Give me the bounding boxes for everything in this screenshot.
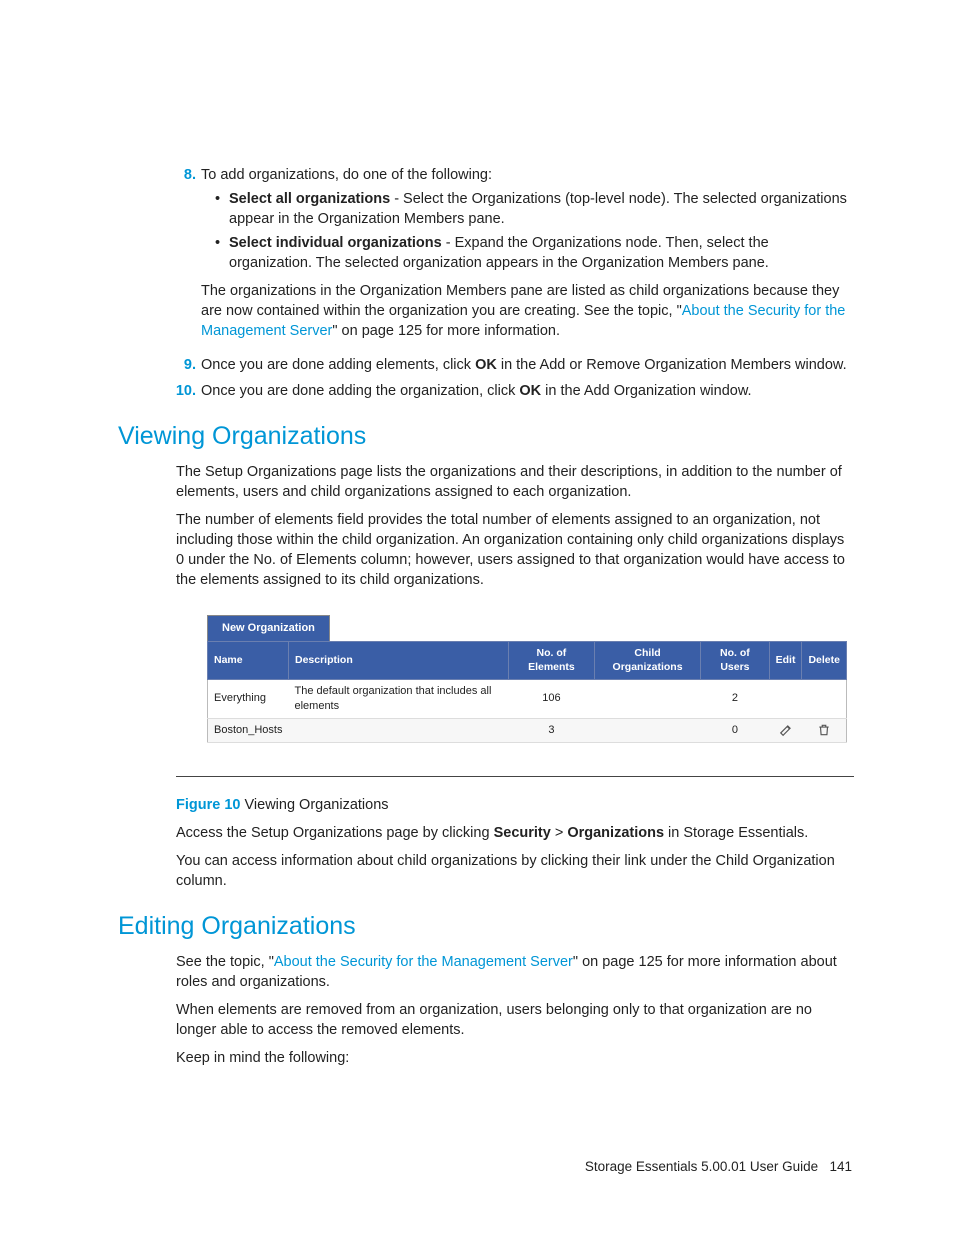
bullet-dot: • bbox=[215, 233, 229, 273]
new-organization-button[interactable]: New Organization bbox=[207, 615, 330, 641]
list-body: Once you are done adding the organizatio… bbox=[201, 381, 854, 401]
cell-users: 2 bbox=[701, 679, 769, 718]
th-elements: No. of Elements bbox=[508, 641, 594, 679]
list-number: 8. bbox=[118, 165, 201, 349]
paragraph: The Setup Organizations page lists the o… bbox=[176, 462, 854, 502]
paragraph: Keep in mind the following: bbox=[176, 1048, 854, 1068]
paragraph: The number of elements field provides th… bbox=[176, 510, 854, 590]
cell-desc: The default organization that includes a… bbox=[288, 679, 508, 718]
paragraph: When elements are removed from an organi… bbox=[176, 1000, 854, 1040]
bullet-text: Select all organizations - Select the Or… bbox=[229, 189, 854, 229]
cell-users: 0 bbox=[701, 718, 769, 742]
link-about-security[interactable]: About the Security for the Management Se… bbox=[274, 954, 573, 970]
cell-childs bbox=[594, 718, 700, 742]
paragraph: Access the Setup Organizations page by c… bbox=[176, 823, 854, 843]
table-row: Everything The default organization that… bbox=[208, 679, 847, 718]
cell-edit bbox=[769, 679, 802, 718]
list-body: Once you are done adding elements, click… bbox=[201, 355, 854, 375]
heading-editing-organizations: Editing Organizations bbox=[118, 909, 854, 944]
page-footer: Storage Essentials 5.00.01 User Guide 14… bbox=[118, 1158, 854, 1177]
th-edit: Edit bbox=[769, 641, 802, 679]
th-delete: Delete bbox=[802, 641, 847, 679]
cell-edit[interactable] bbox=[769, 718, 802, 742]
list-number: 10. bbox=[118, 381, 201, 401]
bullet-dot: • bbox=[215, 189, 229, 229]
cell-delete bbox=[802, 679, 847, 718]
list-item-10: 10. Once you are done adding the organiz… bbox=[118, 381, 854, 401]
list-item-8: 8. To add organizations, do one of the f… bbox=[118, 165, 854, 349]
th-users: No. of Users bbox=[701, 641, 769, 679]
edit-icon[interactable] bbox=[779, 724, 793, 736]
th-description: Description bbox=[288, 641, 508, 679]
page-content: 8. To add organizations, do one of the f… bbox=[0, 0, 954, 1236]
th-name: Name bbox=[208, 641, 289, 679]
organizations-screenshot: New Organization Name Description No. of… bbox=[206, 614, 848, 745]
list-trail-text: The organizations in the Organization Me… bbox=[201, 281, 854, 341]
bullet-item: • Select all organizations - Select the … bbox=[215, 189, 854, 229]
cell-name[interactable]: Boston_Hosts bbox=[208, 718, 289, 742]
cell-elems: 3 bbox=[508, 718, 594, 742]
bullet-text: Select individual organizations - Expand… bbox=[229, 233, 854, 273]
cell-desc bbox=[288, 718, 508, 742]
figure-caption: Figure 10 Viewing Organizations bbox=[176, 795, 854, 815]
list-item-9: 9. Once you are done adding elements, cl… bbox=[118, 355, 854, 375]
cell-elems: 106 bbox=[508, 679, 594, 718]
organizations-table: Name Description No. of Elements Child O… bbox=[207, 641, 847, 743]
bullet-item: • Select individual organizations - Expa… bbox=[215, 233, 854, 273]
list-intro: To add organizations, do one of the foll… bbox=[201, 165, 854, 185]
cell-delete[interactable] bbox=[802, 718, 847, 742]
figure-rule bbox=[176, 776, 854, 777]
table-row: Boston_Hosts 3 0 bbox=[208, 718, 847, 742]
cell-name[interactable]: Everything bbox=[208, 679, 289, 718]
heading-viewing-organizations: Viewing Organizations bbox=[118, 419, 854, 454]
page-number: 141 bbox=[829, 1159, 852, 1174]
cell-childs bbox=[594, 679, 700, 718]
th-child-orgs: Child Organizations bbox=[594, 641, 700, 679]
list-number: 9. bbox=[118, 355, 201, 375]
paragraph: See the topic, "About the Security for t… bbox=[176, 952, 854, 992]
trash-icon[interactable] bbox=[817, 724, 831, 736]
paragraph: You can access information about child o… bbox=[176, 851, 854, 891]
